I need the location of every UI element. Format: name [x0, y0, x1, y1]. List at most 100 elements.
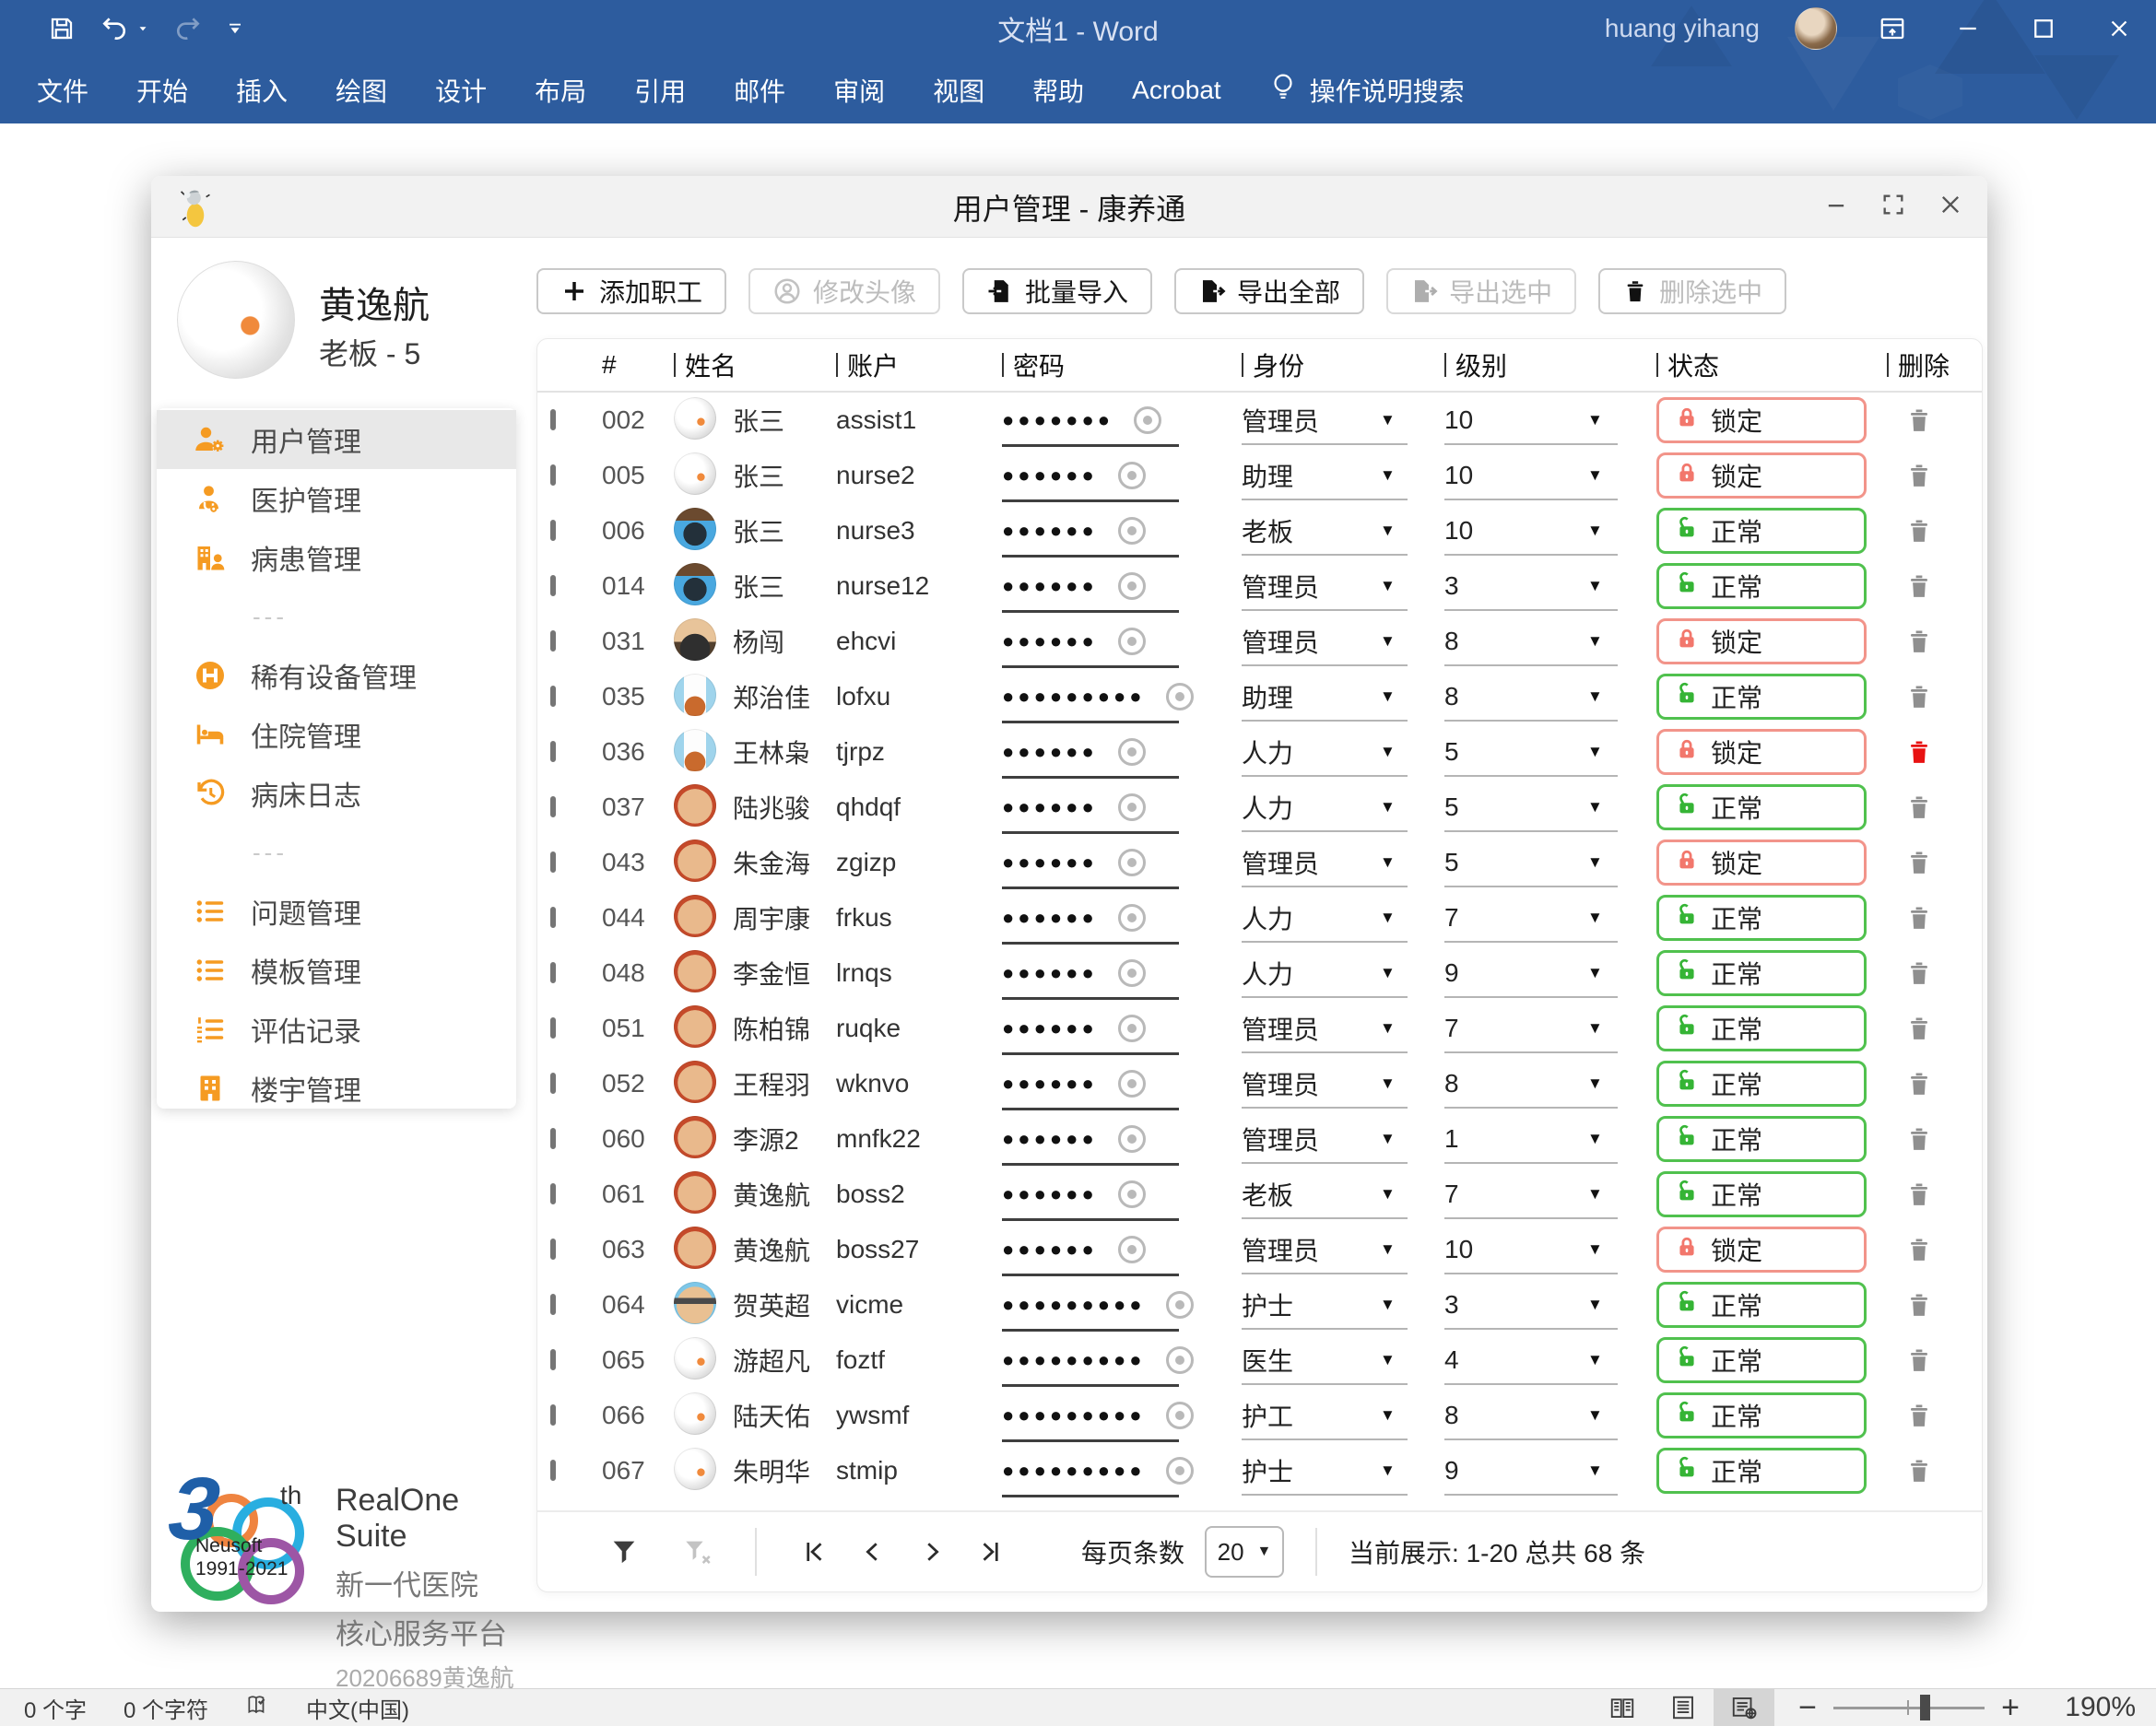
row-checkbox[interactable]	[550, 796, 556, 817]
identity-select[interactable]: 老板▼	[1242, 1167, 1444, 1222]
zoom-in-button[interactable]: +	[1992, 1690, 2029, 1726]
status-toggle-button[interactable]: 正常	[1656, 1005, 1867, 1051]
level-select[interactable]: 5▼	[1444, 724, 1656, 780]
delete-row-icon[interactable]	[1887, 516, 1951, 546]
zoom-slider-handle[interactable]	[1920, 1695, 1930, 1720]
level-select[interactable]: 10▼	[1444, 1222, 1656, 1277]
tab-视图[interactable]: 视图	[909, 57, 1008, 123]
dialog-close-icon[interactable]	[1938, 192, 1963, 222]
delete-row-icon[interactable]	[1887, 627, 1951, 656]
identity-select[interactable]: 老板▼	[1242, 503, 1444, 558]
delete-row-icon[interactable]	[1887, 1180, 1951, 1209]
tab-布局[interactable]: 布局	[511, 57, 610, 123]
delete-row-icon[interactable]	[1887, 1456, 1951, 1485]
show-password-eye-icon[interactable]	[1118, 1180, 1146, 1208]
ribbon-display-options-icon[interactable]	[1872, 8, 1913, 49]
row-checkbox[interactable]	[550, 575, 556, 596]
show-password-eye-icon[interactable]	[1134, 406, 1161, 434]
share-button[interactable]: 共享	[2040, 114, 2130, 123]
level-select[interactable]: 3▼	[1444, 1277, 1656, 1333]
toolbar-button-批量导入[interactable]: 批量导入	[962, 268, 1152, 314]
show-password-eye-icon[interactable]	[1118, 462, 1146, 489]
delete-row-icon[interactable]	[1887, 571, 1951, 601]
row-checkbox[interactable]	[550, 1017, 556, 1039]
level-select[interactable]: 10▼	[1444, 503, 1656, 558]
last-page-button[interactable]	[965, 1526, 1017, 1578]
row-checkbox[interactable]	[550, 1404, 556, 1426]
tab-文件[interactable]: 文件	[13, 57, 112, 123]
sidebar-item-楼宇管理[interactable]: 楼宇管理	[157, 1059, 516, 1118]
tab-插入[interactable]: 插入	[212, 57, 312, 123]
delete-row-icon[interactable]	[1887, 1014, 1951, 1043]
status-toggle-button[interactable]: 正常	[1656, 950, 1867, 996]
minimize-button[interactable]	[1948, 8, 1988, 49]
tab-绘图[interactable]: 绘图	[312, 57, 411, 123]
show-password-eye-icon[interactable]	[1166, 1346, 1194, 1374]
tab-Acrobat[interactable]: Acrobat	[1108, 57, 1245, 123]
status-toggle-button[interactable]: 正常	[1656, 1392, 1867, 1438]
show-password-eye-icon[interactable]	[1118, 959, 1146, 987]
delete-row-icon[interactable]	[1887, 405, 1951, 435]
toolbar-button-删除选中[interactable]: 删除选中	[1598, 268, 1786, 314]
identity-select[interactable]: 管理员▼	[1242, 393, 1444, 448]
delete-row-icon[interactable]	[1887, 737, 1951, 767]
delete-row-icon[interactable]	[1887, 903, 1951, 933]
sidebar-item-模板管理[interactable]: 模板管理	[157, 941, 516, 1000]
identity-select[interactable]: 管理员▼	[1242, 558, 1444, 614]
delete-row-icon[interactable]	[1887, 1290, 1951, 1320]
row-checkbox[interactable]	[550, 1183, 556, 1204]
first-page-button[interactable]	[788, 1526, 840, 1578]
status-toggle-button[interactable]: 正常	[1656, 508, 1867, 554]
row-checkbox[interactable]	[550, 686, 556, 707]
row-checkbox[interactable]	[550, 851, 556, 873]
status-toggle-button[interactable]: 正常	[1656, 674, 1867, 720]
close-button[interactable]	[2099, 8, 2139, 49]
identity-select[interactable]: 管理员▼	[1242, 1056, 1444, 1111]
sidebar-item-稀有设备管理[interactable]: 稀有设备管理	[157, 646, 516, 705]
show-password-eye-icon[interactable]	[1166, 1457, 1194, 1485]
status-toggle-button[interactable]: 正常	[1656, 1171, 1867, 1217]
maximize-button[interactable]	[2023, 8, 2064, 49]
show-password-eye-icon[interactable]	[1118, 1125, 1146, 1153]
row-checkbox[interactable]	[550, 1349, 556, 1370]
identity-select[interactable]: 管理员▼	[1242, 1222, 1444, 1277]
save-icon[interactable]	[48, 15, 76, 42]
delete-row-icon[interactable]	[1887, 1401, 1951, 1430]
row-checkbox[interactable]	[550, 1128, 556, 1149]
toolbar-button-添加职工[interactable]: 添加职工	[536, 268, 726, 314]
show-password-eye-icon[interactable]	[1166, 1291, 1194, 1319]
show-password-eye-icon[interactable]	[1118, 572, 1146, 600]
show-password-eye-icon[interactable]	[1118, 738, 1146, 766]
identity-select[interactable]: 管理员▼	[1242, 1001, 1444, 1056]
show-password-eye-icon[interactable]	[1118, 904, 1146, 932]
status-toggle-button[interactable]: 锁定	[1656, 452, 1867, 499]
clear-filter-icon[interactable]	[672, 1526, 724, 1578]
tab-邮件[interactable]: 邮件	[710, 57, 809, 123]
toolbar-button-修改头像[interactable]: 修改头像	[748, 268, 940, 314]
identity-select[interactable]: 管理员▼	[1242, 1111, 1444, 1167]
row-checkbox[interactable]	[550, 1294, 556, 1315]
delete-row-icon[interactable]	[1887, 682, 1951, 711]
delete-row-icon[interactable]	[1887, 793, 1951, 822]
identity-select[interactable]: 助理▼	[1242, 448, 1444, 503]
redo-button[interactable]	[173, 14, 203, 43]
level-select[interactable]: 3▼	[1444, 558, 1656, 614]
row-checkbox[interactable]	[550, 962, 556, 983]
level-select[interactable]: 1▼	[1444, 1111, 1656, 1167]
row-checkbox[interactable]	[550, 520, 556, 541]
toolbar-button-导出全部[interactable]: 导出全部	[1174, 268, 1364, 314]
toolbar-button-导出选中[interactable]: 导出选中	[1386, 268, 1576, 314]
status-toggle-button[interactable]: 锁定	[1656, 729, 1867, 775]
sidebar-item-医护管理[interactable]: 医护管理	[157, 469, 516, 528]
previous-page-button[interactable]	[847, 1526, 899, 1578]
filter-icon[interactable]	[598, 1526, 650, 1578]
level-select[interactable]: 7▼	[1444, 890, 1656, 945]
level-select[interactable]: 7▼	[1444, 1167, 1656, 1222]
level-select[interactable]: 8▼	[1444, 1056, 1656, 1111]
delete-row-icon[interactable]	[1887, 848, 1951, 877]
show-password-eye-icon[interactable]	[1118, 793, 1146, 821]
level-select[interactable]: 8▼	[1444, 614, 1656, 669]
delete-row-icon[interactable]	[1887, 1235, 1951, 1264]
status-toggle-button[interactable]: 正常	[1656, 1061, 1867, 1107]
next-page-button[interactable]	[906, 1526, 958, 1578]
